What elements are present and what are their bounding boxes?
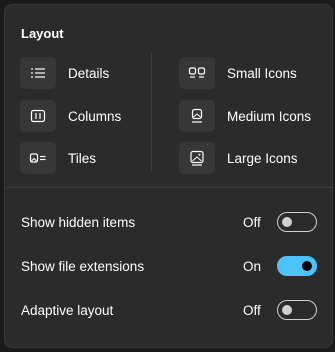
column-divider	[151, 53, 152, 171]
large-icons-icon	[179, 142, 215, 174]
toggle-knob	[282, 305, 292, 315]
layout-option-label: Small Icons	[227, 65, 297, 81]
tiles-icon	[20, 142, 56, 174]
layout-option-label: Medium Icons	[227, 108, 312, 124]
details-icon	[20, 57, 56, 89]
layout-option-tiles[interactable]: Tiles	[20, 141, 96, 175]
layout-option-label: Details	[68, 65, 110, 81]
toggle-label: Adaptive layout	[21, 302, 114, 318]
show-hidden-items-toggle[interactable]	[277, 212, 317, 232]
toggle-state-text: Off	[243, 302, 261, 318]
toggle-row-hidden-items: Show hidden items Off	[21, 209, 317, 235]
layout-option-medium-icons[interactable]: Medium Icons	[179, 99, 311, 133]
toggle-label: Show file extensions	[21, 258, 145, 274]
layout-flyout: Layout Details Columns Tiles Small Icons…	[4, 4, 333, 348]
section-divider	[5, 187, 332, 188]
layout-option-large-icons[interactable]: Large Icons	[179, 141, 298, 175]
toggle-row-adaptive-layout: Adaptive layout Off	[21, 297, 317, 323]
layout-option-label: Large Icons	[227, 150, 298, 166]
toggle-row-file-extensions: Show file extensions On	[21, 253, 317, 279]
medium-icons-icon	[179, 100, 215, 132]
small-icons-icon	[179, 57, 215, 89]
adaptive-layout-toggle[interactable]	[277, 300, 317, 320]
columns-icon	[20, 100, 56, 132]
toggle-state-text: Off	[243, 214, 261, 230]
toggle-label: Show hidden items	[21, 214, 136, 230]
layout-option-label: Tiles	[68, 150, 97, 166]
toggle-state-text: On	[243, 258, 262, 274]
show-file-extensions-toggle[interactable]	[277, 256, 317, 276]
layout-option-details[interactable]: Details	[20, 56, 109, 90]
layout-option-columns[interactable]: Columns	[20, 99, 121, 133]
layout-option-small-icons[interactable]: Small Icons	[179, 56, 297, 90]
layout-section-title: Layout	[21, 26, 64, 41]
toggle-knob	[302, 261, 312, 271]
layout-option-label: Columns	[68, 108, 122, 124]
toggle-knob	[282, 217, 292, 227]
